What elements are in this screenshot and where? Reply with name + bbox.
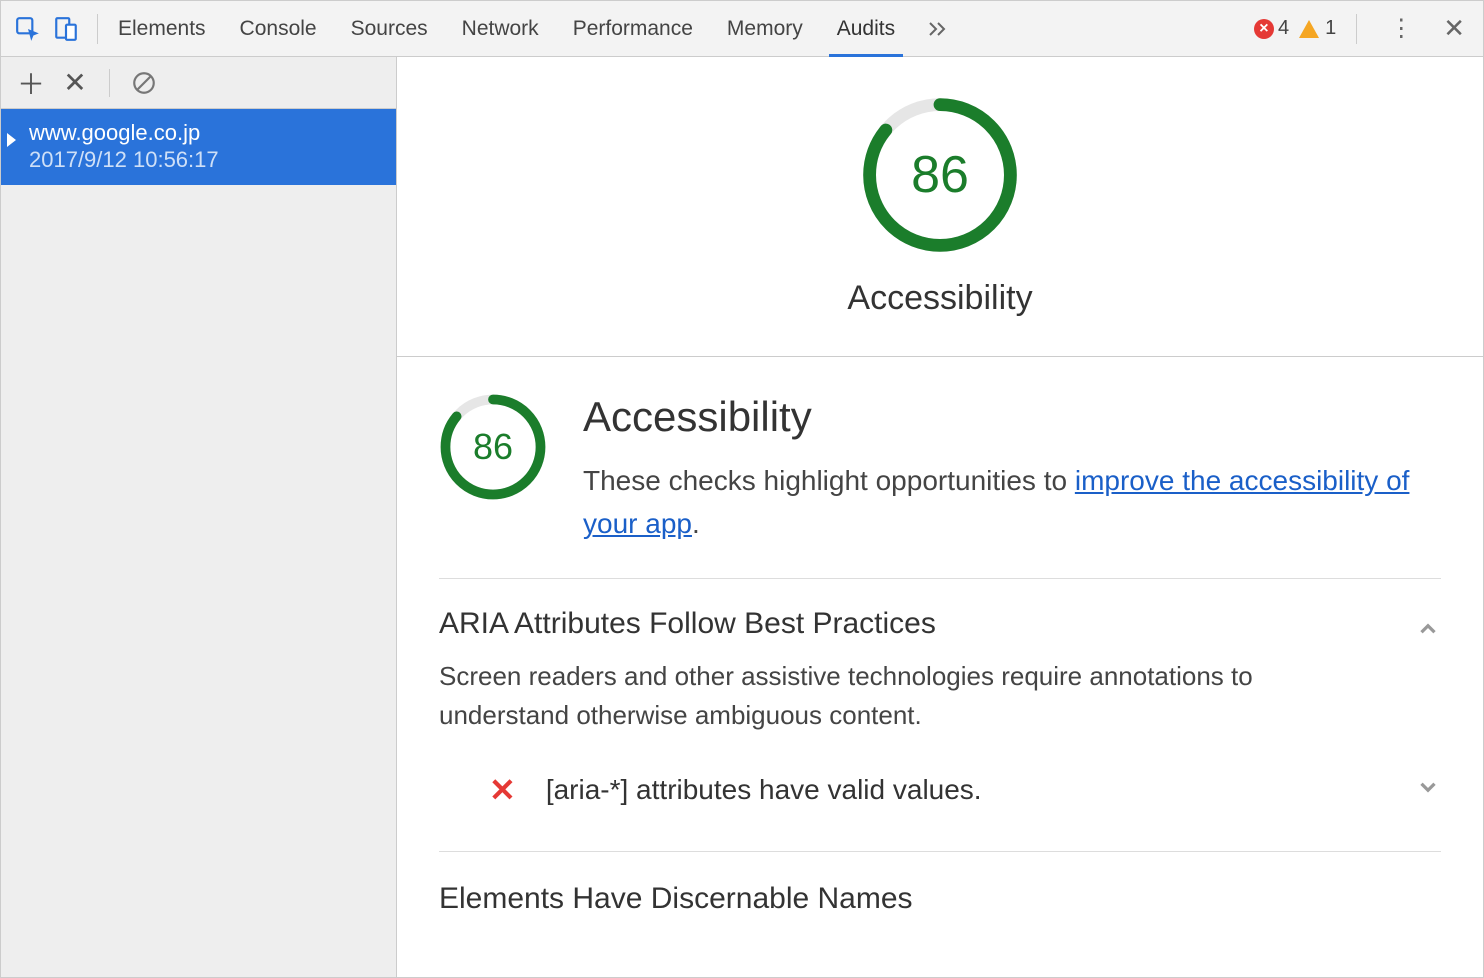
audits-sidebar: ＋ ✕ www.google.co.jp 2017/9/12 10:56:17: [1, 57, 397, 977]
tab-sources[interactable]: Sources: [349, 2, 430, 56]
divider: [109, 69, 110, 97]
error-count: 4: [1278, 17, 1289, 40]
clear-audits-button[interactable]: [126, 65, 162, 101]
section-description: These checks highlight opportunities to …: [583, 459, 1441, 546]
kebab-menu-icon[interactable]: ⋮: [1377, 14, 1425, 43]
group-aria-title: ARIA Attributes Follow Best Practices: [439, 607, 936, 641]
audit-date: 2017/9/12 10:56:17: [29, 147, 368, 173]
expand-icon[interactable]: [1415, 774, 1441, 805]
score-hero: 86 Accessibility: [397, 57, 1483, 357]
devtools-topbar: Elements Console Sources Network Perform…: [1, 1, 1483, 57]
error-badge[interactable]: × 4: [1254, 17, 1289, 40]
score-value: 86: [860, 95, 1020, 255]
tab-console[interactable]: Console: [238, 2, 319, 56]
section-title: Accessibility: [583, 393, 1441, 441]
audit-list-item[interactable]: www.google.co.jp 2017/9/12 10:56:17: [1, 109, 396, 185]
tab-memory[interactable]: Memory: [725, 2, 805, 56]
tab-performance[interactable]: Performance: [571, 2, 695, 56]
audit-report: 86 Accessibility 86 Accessibility: [397, 57, 1483, 977]
expand-arrow-icon: [7, 133, 16, 147]
close-devtools-icon[interactable]: ✕: [1435, 13, 1473, 44]
audit-check-row[interactable]: ✕ [aria-*] attributes have valid values.: [439, 763, 982, 817]
section-score-value: 86: [439, 393, 547, 501]
devtools-tabs: Elements Console Sources Network Perform…: [116, 2, 897, 56]
score-gauge: 86: [860, 95, 1020, 255]
new-audit-button[interactable]: ＋: [13, 65, 49, 101]
check-label: [aria-*] attributes have valid values.: [546, 774, 982, 806]
divider: [1356, 14, 1357, 44]
warning-count: 1: [1325, 17, 1336, 40]
tab-elements[interactable]: Elements: [116, 2, 208, 56]
fail-icon: ✕: [489, 771, 516, 809]
warning-icon: [1299, 20, 1319, 38]
section-score-gauge: 86: [439, 393, 547, 501]
group-aria-desc: Screen readers and other assistive techn…: [439, 657, 1319, 735]
tab-network[interactable]: Network: [460, 2, 541, 56]
tab-audits[interactable]: Audits: [835, 2, 897, 56]
score-label: Accessibility: [847, 279, 1032, 318]
divider: [97, 14, 98, 44]
inspect-icon[interactable]: [11, 12, 45, 46]
error-icon: ×: [1254, 19, 1274, 39]
device-toggle-icon[interactable]: [49, 12, 83, 46]
accessibility-section: 86 Accessibility These checks highlight …: [397, 357, 1483, 916]
section-desc-pre: These checks highlight opportunities to: [583, 465, 1075, 496]
audit-title: www.google.co.jp: [29, 119, 368, 147]
section-desc-post: .: [692, 508, 700, 539]
warning-badge[interactable]: 1: [1299, 17, 1336, 40]
remove-audit-button[interactable]: ✕: [57, 65, 93, 101]
collapse-icon[interactable]: [1415, 616, 1441, 647]
sidebar-toolbar: ＋ ✕: [1, 57, 396, 109]
group-names-title: Elements Have Discernable Names: [439, 882, 1441, 916]
more-tabs-icon[interactable]: [925, 17, 949, 41]
divider: [439, 851, 1441, 852]
